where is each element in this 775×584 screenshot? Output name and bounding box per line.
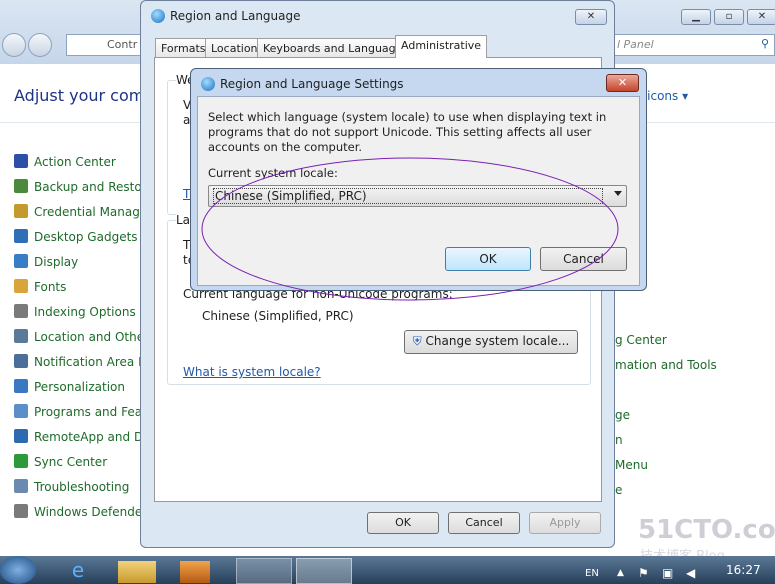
control-panel-taskbar-button[interactable] xyxy=(236,558,292,584)
language-indicator[interactable]: EN xyxy=(585,568,599,579)
taskbar xyxy=(0,556,775,584)
action-center-flag-icon[interactable]: ⚑ xyxy=(638,566,649,580)
start-button[interactable] xyxy=(0,556,36,584)
region-language-taskbar-button[interactable] xyxy=(296,558,352,584)
media-player-icon[interactable] xyxy=(180,561,210,583)
watermark-logo: 51CTO.com xyxy=(638,515,775,545)
volume-icon[interactable]: ◀ xyxy=(686,566,695,580)
network-icon[interactable]: ▣ xyxy=(662,566,673,580)
tab-administrative[interactable]: Administrative xyxy=(395,35,488,58)
ie-icon[interactable]: e xyxy=(56,558,100,584)
annotation-ellipse xyxy=(201,157,619,301)
show-hidden-icons[interactable]: ▲ xyxy=(617,568,624,578)
explorer-icon[interactable] xyxy=(118,561,156,583)
clock-time[interactable]: 16:27 xyxy=(726,563,761,577)
highlight-ellipse xyxy=(201,157,619,301)
